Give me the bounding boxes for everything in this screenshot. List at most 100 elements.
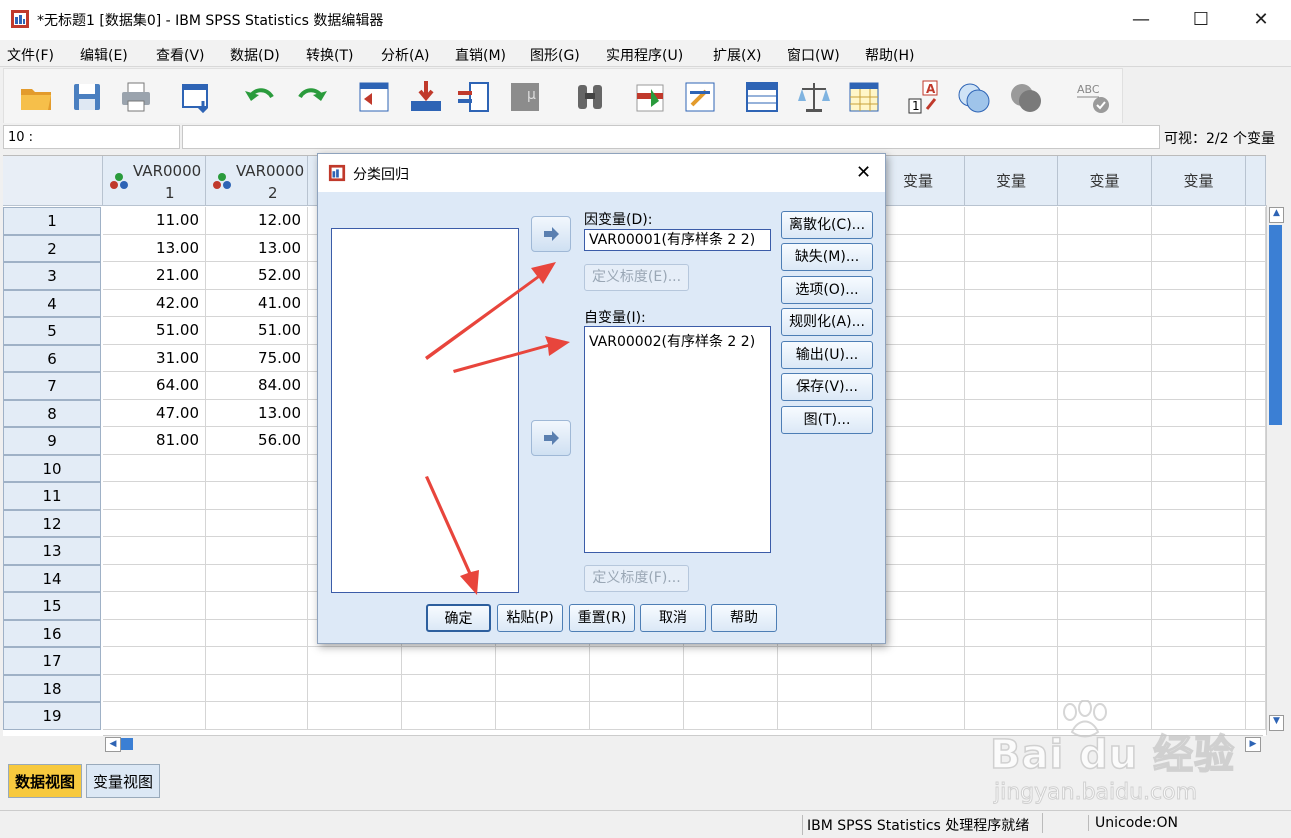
empty-cell[interactable]: [965, 344, 1058, 372]
data-cell[interactable]: 84.00: [206, 372, 308, 400]
data-cell[interactable]: [103, 647, 206, 675]
empty-cell[interactable]: [965, 372, 1058, 400]
empty-cell[interactable]: [1152, 289, 1246, 317]
row-number[interactable]: 16: [3, 619, 101, 647]
cell-value-field[interactable]: [182, 125, 1160, 149]
data-cell[interactable]: 41.00: [206, 289, 308, 317]
empty-cell[interactable]: [965, 564, 1058, 592]
data-cell[interactable]: 13.00: [103, 234, 206, 262]
empty-cell[interactable]: [872, 702, 965, 730]
data-cell[interactable]: [206, 509, 308, 537]
scroll-thumb-horizontal[interactable]: [121, 738, 133, 750]
empty-cell[interactable]: [1246, 344, 1266, 372]
cancel-button[interactable]: 取消: [640, 604, 706, 632]
empty-cell[interactable]: [590, 674, 684, 702]
empty-cell[interactable]: [1152, 234, 1246, 262]
empty-cell[interactable]: [1058, 647, 1152, 675]
empty-cell[interactable]: [1058, 619, 1152, 647]
find-icon[interactable]: [572, 79, 608, 115]
empty-cell[interactable]: [965, 537, 1058, 565]
data-cell[interactable]: [103, 509, 206, 537]
empty-cell[interactable]: [1152, 564, 1246, 592]
row-number[interactable]: 17: [3, 647, 101, 675]
menu-file[interactable]: 文件(F): [7, 45, 54, 65]
empty-cell[interactable]: [1152, 619, 1246, 647]
empty-cell[interactable]: [1058, 482, 1152, 510]
empty-cell[interactable]: [1246, 702, 1266, 730]
row-number[interactable]: 7: [3, 372, 101, 400]
empty-cell[interactable]: [1058, 509, 1152, 537]
data-cell[interactable]: [206, 454, 308, 482]
data-cell[interactable]: [103, 454, 206, 482]
data-cell[interactable]: [103, 674, 206, 702]
row-number[interactable]: 8: [3, 399, 101, 427]
data-cell[interactable]: [206, 647, 308, 675]
insert-variable-icon[interactable]: [682, 79, 718, 115]
data-cell[interactable]: [206, 702, 308, 730]
empty-variable-header[interactable]: 变量: [1152, 156, 1246, 206]
print-icon[interactable]: [118, 79, 154, 115]
row-number[interactable]: 10: [3, 454, 101, 482]
empty-cell[interactable]: [1246, 454, 1266, 482]
empty-cell[interactable]: [1246, 564, 1266, 592]
row-number[interactable]: 14: [3, 564, 101, 592]
save-icon[interactable]: [69, 79, 105, 115]
empty-cell[interactable]: [1152, 317, 1246, 345]
empty-variable-header[interactable]: 变量: [965, 156, 1058, 206]
menu-extensions[interactable]: 扩展(X): [713, 45, 762, 65]
define-scale-independent-button[interactable]: 定义标度(F)...: [584, 565, 689, 592]
empty-cell[interactable]: [1152, 674, 1246, 702]
plots-button[interactable]: 图(T)...: [781, 406, 873, 434]
row-number[interactable]: 9: [3, 427, 101, 455]
empty-cell[interactable]: [1152, 454, 1246, 482]
empty-cell[interactable]: [965, 592, 1058, 620]
empty-cell[interactable]: [308, 674, 402, 702]
data-cell[interactable]: [206, 592, 308, 620]
empty-cell[interactable]: [1152, 427, 1246, 455]
data-cell[interactable]: [103, 482, 206, 510]
empty-cell[interactable]: [402, 702, 496, 730]
empty-cell[interactable]: [1058, 289, 1152, 317]
save-button[interactable]: 保存(V)...: [781, 373, 873, 401]
dependent-variable-field[interactable]: VAR00001(有序样条 2 2): [584, 229, 771, 251]
data-cell[interactable]: 12.00: [206, 207, 308, 235]
data-cell[interactable]: 51.00: [103, 317, 206, 345]
empty-cell[interactable]: [1152, 509, 1246, 537]
data-cell[interactable]: 81.00: [103, 427, 206, 455]
empty-cell[interactable]: [1152, 262, 1246, 290]
empty-cell[interactable]: [1152, 207, 1246, 235]
empty-cell[interactable]: [1058, 399, 1152, 427]
empty-cell[interactable]: [402, 674, 496, 702]
menu-help[interactable]: 帮助(H): [865, 45, 914, 65]
empty-cell[interactable]: [1058, 317, 1152, 345]
empty-cell[interactable]: [496, 674, 590, 702]
row-number[interactable]: 3: [3, 262, 101, 290]
empty-cell[interactable]: [1058, 674, 1152, 702]
data-cell[interactable]: [103, 619, 206, 647]
data-cell[interactable]: 52.00: [206, 262, 308, 290]
empty-cell[interactable]: [778, 647, 872, 675]
ok-button[interactable]: 确定: [426, 604, 491, 632]
empty-cell[interactable]: [1152, 372, 1246, 400]
empty-cell[interactable]: [1246, 262, 1266, 290]
row-number[interactable]: 13: [3, 537, 101, 565]
reset-button[interactable]: 重置(R): [569, 604, 635, 632]
close-button[interactable]: ✕: [1232, 0, 1290, 40]
row-number[interactable]: 1: [3, 207, 101, 235]
data-cell[interactable]: 42.00: [103, 289, 206, 317]
empty-cell[interactable]: [1058, 262, 1152, 290]
data-cell[interactable]: 11.00: [103, 207, 206, 235]
scroll-down-icon[interactable]: ▼: [1269, 715, 1284, 731]
row-number[interactable]: 11: [3, 482, 101, 510]
empty-cell[interactable]: [1152, 592, 1246, 620]
empty-cell[interactable]: [965, 674, 1058, 702]
empty-cell[interactable]: [1058, 564, 1152, 592]
empty-cell[interactable]: [872, 674, 965, 702]
select-cases-icon[interactable]: [846, 79, 882, 115]
data-cell[interactable]: 31.00: [103, 344, 206, 372]
split-file-icon[interactable]: [744, 79, 780, 115]
empty-cell[interactable]: [1152, 647, 1246, 675]
data-cell[interactable]: 51.00: [206, 317, 308, 345]
empty-cell[interactable]: [496, 702, 590, 730]
empty-cell[interactable]: [1246, 317, 1266, 345]
